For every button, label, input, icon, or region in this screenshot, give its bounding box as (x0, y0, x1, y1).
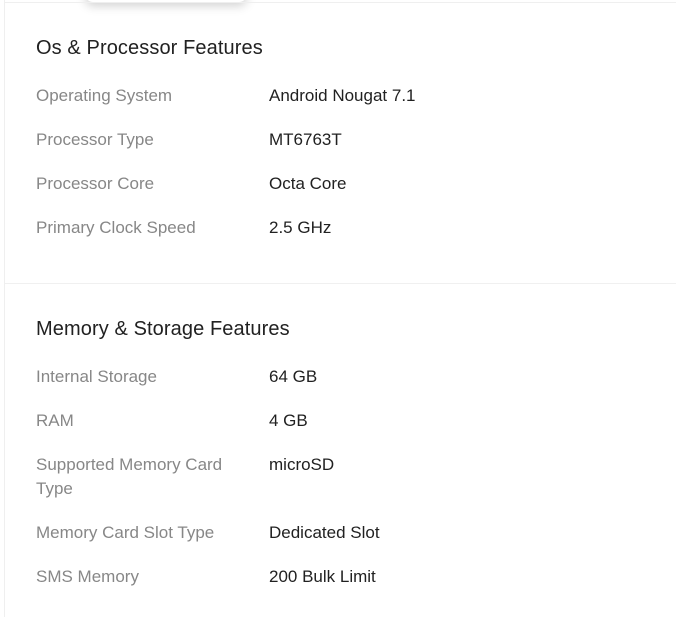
section-title: Os & Processor Features (36, 37, 263, 59)
spec-value: 64 GB (269, 367, 318, 386)
memory-storage-section: Memory & Storage Features Internal Stora… (5, 284, 676, 617)
spec-label: SMS Memory (36, 567, 139, 586)
spec-value: Dedicated Slot (269, 523, 380, 542)
spec-value: microSD (269, 455, 335, 474)
spec-label: Primary Clock Speed (36, 218, 196, 237)
spec-label: Internal Storage (36, 367, 157, 386)
spec-label: Operating System (36, 86, 173, 105)
spec-label: Memory Card Slot Type (36, 523, 215, 542)
specifications-page: Os & Processor Features Operating System… (0, 0, 676, 617)
spec-label: Processor Core (36, 174, 155, 193)
spec-value: Octa Core (269, 174, 347, 193)
spec-label: Supported Memory Card Type (36, 455, 223, 498)
spec-label: RAM (36, 411, 74, 430)
spec-label: Processor Type (36, 130, 154, 149)
spec-value: MT6763T (269, 130, 342, 149)
spec-value: Android Nougat 7.1 (269, 86, 416, 105)
spec-value: 4 GB (269, 411, 308, 430)
section-title: Memory & Storage Features (36, 318, 290, 340)
spec-value: 200 Bulk Limit (269, 567, 376, 586)
os-processor-section: Os & Processor Features Operating System… (5, 3, 676, 283)
spec-value: 2.5 GHz (269, 218, 332, 237)
